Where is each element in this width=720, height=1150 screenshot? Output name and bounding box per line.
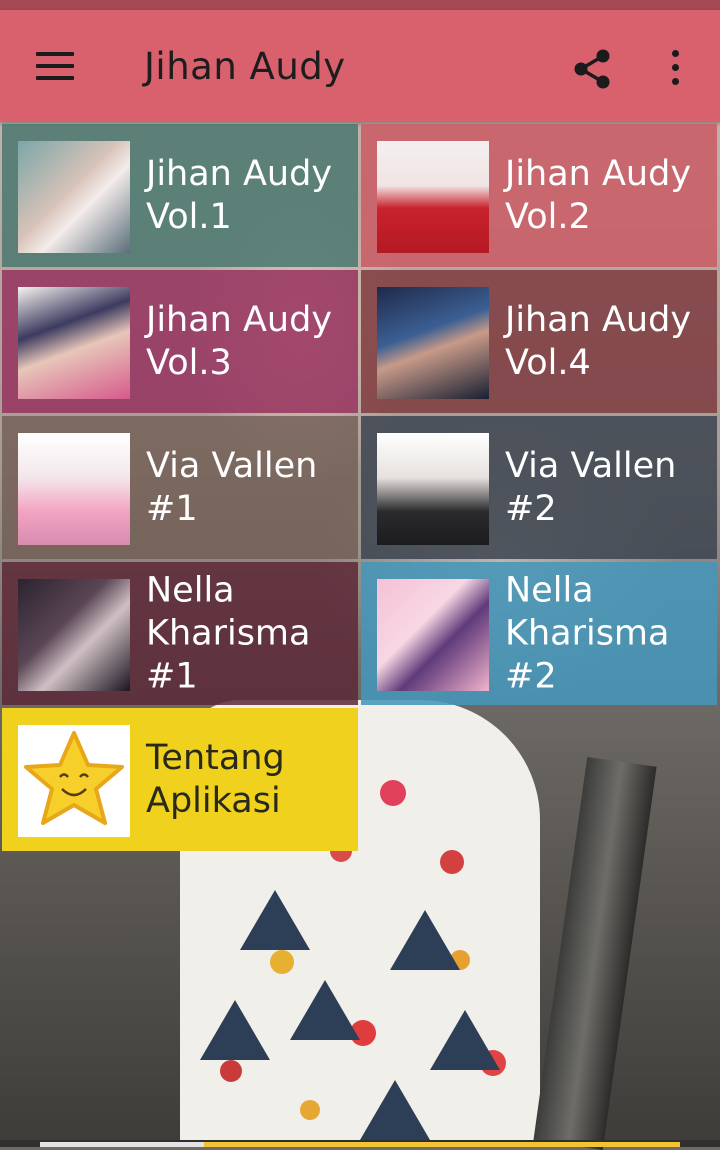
album-tile-label: Via Vallen #2 bbox=[505, 445, 677, 529]
album-cover-image bbox=[377, 579, 489, 691]
album-tile-label: Nella Kharisma #2 bbox=[505, 570, 670, 696]
album-tile-label: Tentang Aplikasi bbox=[146, 737, 285, 821]
album-tile[interactable]: Nella Kharisma #2 bbox=[361, 562, 717, 705]
album-tile[interactable]: Nella Kharisma #1 bbox=[2, 562, 358, 705]
share-icon[interactable] bbox=[570, 47, 614, 91]
app-title: Jihan Audy bbox=[144, 45, 346, 88]
album-cover-image bbox=[18, 579, 130, 691]
hamburger-menu-icon[interactable] bbox=[36, 52, 76, 82]
bottom-bar bbox=[0, 1140, 720, 1147]
star-smile-icon bbox=[18, 725, 130, 837]
album-tile[interactable]: Via Vallen #1 bbox=[2, 416, 358, 559]
album-tile-label: Jihan Audy Vol.2 bbox=[505, 153, 692, 237]
album-cover-image bbox=[377, 141, 489, 253]
album-cover-image bbox=[377, 287, 489, 399]
more-vert-icon[interactable] bbox=[660, 48, 690, 90]
album-tile[interactable]: Jihan Audy Vol.1 bbox=[2, 124, 358, 267]
album-tile-label: Jihan Audy Vol.3 bbox=[146, 299, 333, 383]
album-tile-label: Jihan Audy Vol.4 bbox=[505, 299, 692, 383]
album-cover-image bbox=[377, 433, 489, 545]
status-bar bbox=[0, 0, 720, 10]
app-bar: Jihan Audy bbox=[0, 10, 720, 122]
album-tile-label: Jihan Audy Vol.1 bbox=[146, 153, 333, 237]
album-tile[interactable]: Jihan Audy Vol.4 bbox=[361, 270, 717, 413]
album-cover-image bbox=[18, 287, 130, 399]
album-tile[interactable]: Jihan Audy Vol.2 bbox=[361, 124, 717, 267]
album-cover-image bbox=[18, 433, 130, 545]
album-tile-label: Via Vallen #1 bbox=[146, 445, 318, 529]
album-tile[interactable]: Tentang Aplikasi bbox=[2, 708, 358, 851]
album-tile[interactable]: Jihan Audy Vol.3 bbox=[2, 270, 358, 413]
album-tile-label: Nella Kharisma #1 bbox=[146, 570, 311, 696]
album-cover-image bbox=[18, 141, 130, 253]
album-tile[interactable]: Via Vallen #2 bbox=[361, 416, 717, 559]
